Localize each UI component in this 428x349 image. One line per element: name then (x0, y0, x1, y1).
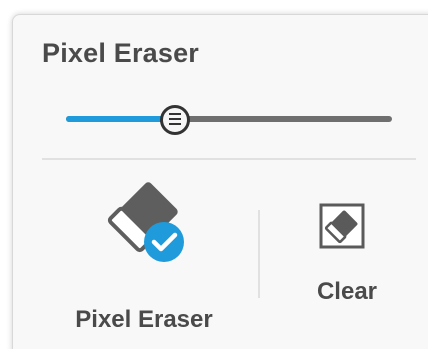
clear-label: Clear (316, 278, 378, 305)
section-divider (42, 158, 416, 160)
thumb-grip-line (168, 123, 181, 125)
checkmark-badge-icon (144, 222, 184, 262)
thumb-grip-line (168, 118, 181, 120)
panel-title: Pixel Eraser (42, 38, 200, 68)
eraser-icon (107, 182, 184, 262)
slider-thumb[interactable] (159, 105, 190, 135)
clear-eraser-icon (319, 203, 365, 249)
eraser-size-slider[interactable] (66, 104, 392, 135)
pixel-eraser-label: Pixel Eraser (75, 306, 213, 333)
tool-divider (258, 210, 260, 298)
clear-button[interactable]: Clear (292, 198, 402, 308)
thumb-grip-line (168, 113, 181, 115)
pixel-eraser-button[interactable]: Pixel Eraser (58, 180, 230, 340)
slider-fill (66, 116, 174, 122)
